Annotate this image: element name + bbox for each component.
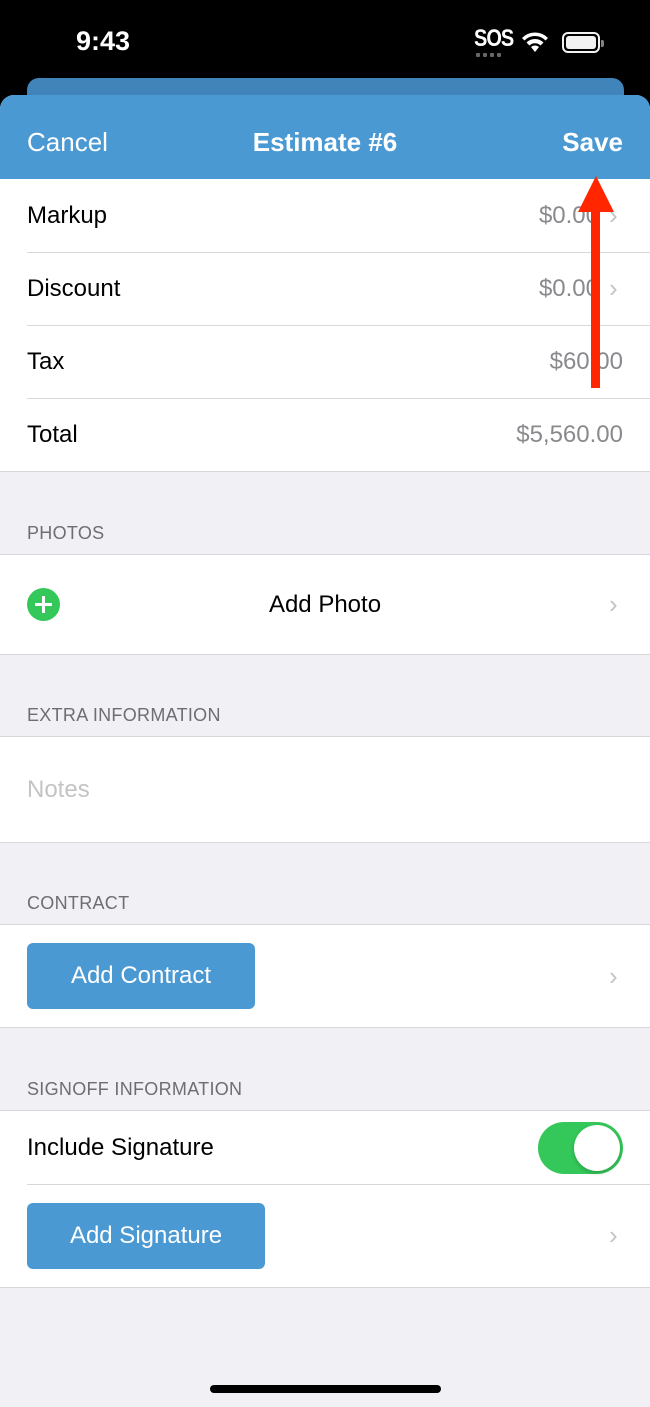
- row-label: Total: [27, 420, 78, 448]
- discount-row[interactable]: Discount $0.00 ›: [0, 252, 650, 325]
- status-time: 9:43: [76, 26, 131, 56]
- add-photo-label: Add Photo: [268, 590, 382, 618]
- signoff-group: Include Signature Add Signature ›: [0, 1110, 650, 1288]
- row-label: Discount: [27, 274, 121, 302]
- extra-information-group: Notes: [0, 736, 650, 843]
- summary-group: Markup $0.00 › Discount $0.00 › Tax $60.…: [0, 179, 650, 472]
- add-contract-button[interactable]: Add Contract: [27, 943, 255, 1009]
- extra-information-header: EXTRA INFORMATION: [27, 705, 221, 725]
- wifi-icon: [522, 32, 548, 52]
- row-value: $5,560.00: [516, 420, 623, 448]
- add-photo-row[interactable]: Add Photo ›: [0, 555, 650, 654]
- photos-header: PHOTOS: [27, 523, 105, 543]
- estimate-sheet: Cancel Estimate #6 Save Markup $0.00 › D…: [0, 95, 650, 1407]
- notes-placeholder: Notes: [27, 775, 90, 803]
- chevron-right-icon: ›: [609, 960, 618, 991]
- home-indicator[interactable]: [210, 1385, 441, 1393]
- signoff-header: SIGNOFF INFORMATION: [27, 1079, 243, 1099]
- include-signature-row: Include Signature: [0, 1111, 650, 1184]
- include-signature-toggle[interactable]: [538, 1121, 623, 1174]
- total-row: Total $5,560.00: [0, 398, 650, 471]
- add-signature-button[interactable]: Add Signature: [27, 1202, 265, 1269]
- contract-row[interactable]: Add Contract ›: [0, 925, 650, 1027]
- include-signature-label: Include Signature: [27, 1133, 214, 1161]
- contract-header: CONTRACT: [27, 893, 130, 913]
- markup-row[interactable]: Markup $0.00 ›: [0, 179, 650, 252]
- row-label: Markup: [27, 201, 108, 229]
- sos-indicator: SOS: [474, 25, 514, 53]
- status-bar: 9:43 SOS: [0, 0, 650, 90]
- add-icon: [27, 588, 60, 621]
- navigation-bar: Cancel Estimate #6 Save: [0, 95, 650, 189]
- save-button[interactable]: Save: [562, 127, 623, 158]
- signal-dots-icon: [476, 53, 504, 57]
- cancel-button[interactable]: Cancel: [27, 127, 108, 158]
- annotation-arrow-icon: [578, 176, 614, 388]
- chevron-right-icon: ›: [609, 1220, 618, 1250]
- row-label: Tax: [27, 347, 65, 375]
- battery-icon: [562, 32, 604, 53]
- tax-row: Tax $60.00: [0, 325, 650, 398]
- notes-field[interactable]: Notes: [0, 737, 650, 842]
- contract-group: Add Contract ›: [0, 924, 650, 1028]
- chevron-right-icon: ›: [609, 589, 618, 619]
- signature-row[interactable]: Add Signature ›: [0, 1184, 650, 1287]
- photos-group: Add Photo ›: [0, 554, 650, 655]
